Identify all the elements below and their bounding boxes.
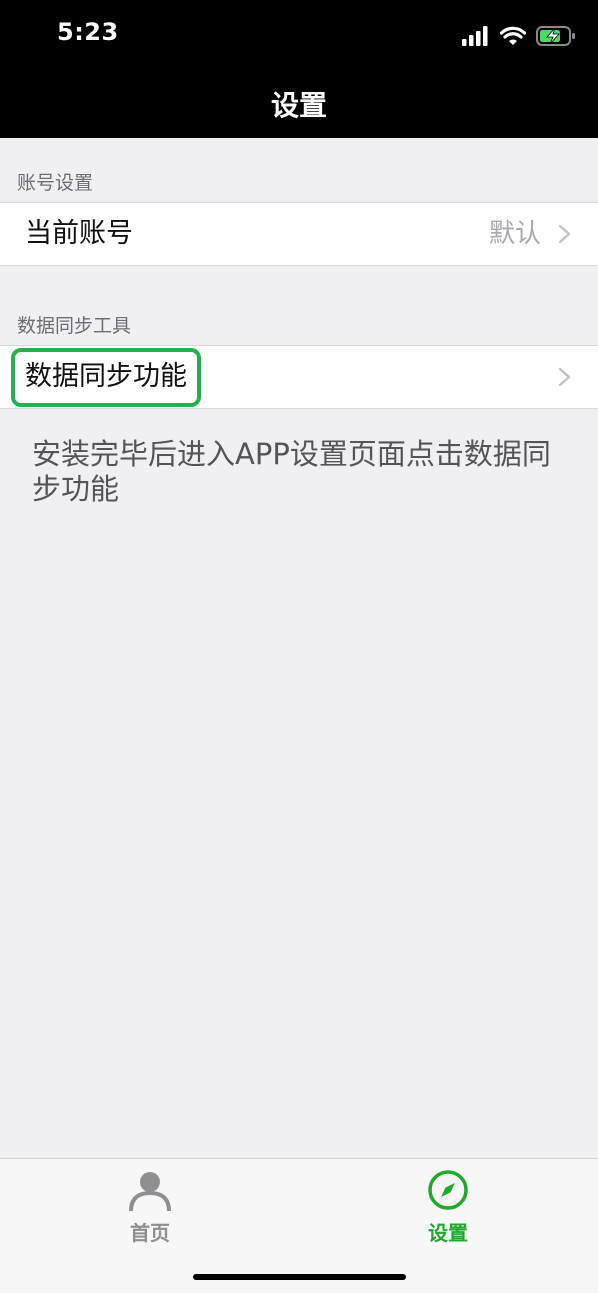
row-current-account[interactable]: 当前账号 默认 bbox=[0, 202, 598, 266]
section-label-account: 账号设置 bbox=[17, 172, 94, 194]
section-label-data-sync: 数据同步工具 bbox=[17, 315, 132, 337]
battery-charging-icon bbox=[536, 26, 575, 46]
tab-label: 设置 bbox=[428, 1221, 468, 1245]
tab-label: 首页 bbox=[130, 1221, 170, 1245]
tab-bar: 首页 设置 bbox=[0, 1158, 598, 1293]
row-label: 数据同步功能 bbox=[25, 361, 187, 392]
row-data-sync[interactable]: 数据同步功能 bbox=[0, 345, 598, 409]
compass-icon bbox=[428, 1170, 468, 1210]
person-icon bbox=[129, 1172, 171, 1212]
home-indicator bbox=[193, 1274, 406, 1280]
hint-text: 安装完毕后进入APP设置页面点击数据同步功能 bbox=[32, 437, 551, 506]
page-title: 设置 bbox=[270, 89, 327, 122]
signal-icon bbox=[462, 26, 488, 46]
row-label: 当前账号 bbox=[25, 218, 133, 249]
tab-settings[interactable]: 设置 bbox=[388, 1169, 508, 1246]
wifi-icon bbox=[500, 26, 526, 45]
row-value: 默认 bbox=[488, 219, 541, 249]
chevron-right-icon bbox=[558, 367, 571, 387]
status-icons bbox=[462, 24, 576, 48]
tab-home[interactable]: 首页 bbox=[90, 1169, 210, 1246]
chevron-right-icon bbox=[558, 224, 571, 244]
status-time: 5:23 bbox=[57, 18, 119, 46]
nav-header: 5:23 设置 bbox=[0, 0, 598, 138]
